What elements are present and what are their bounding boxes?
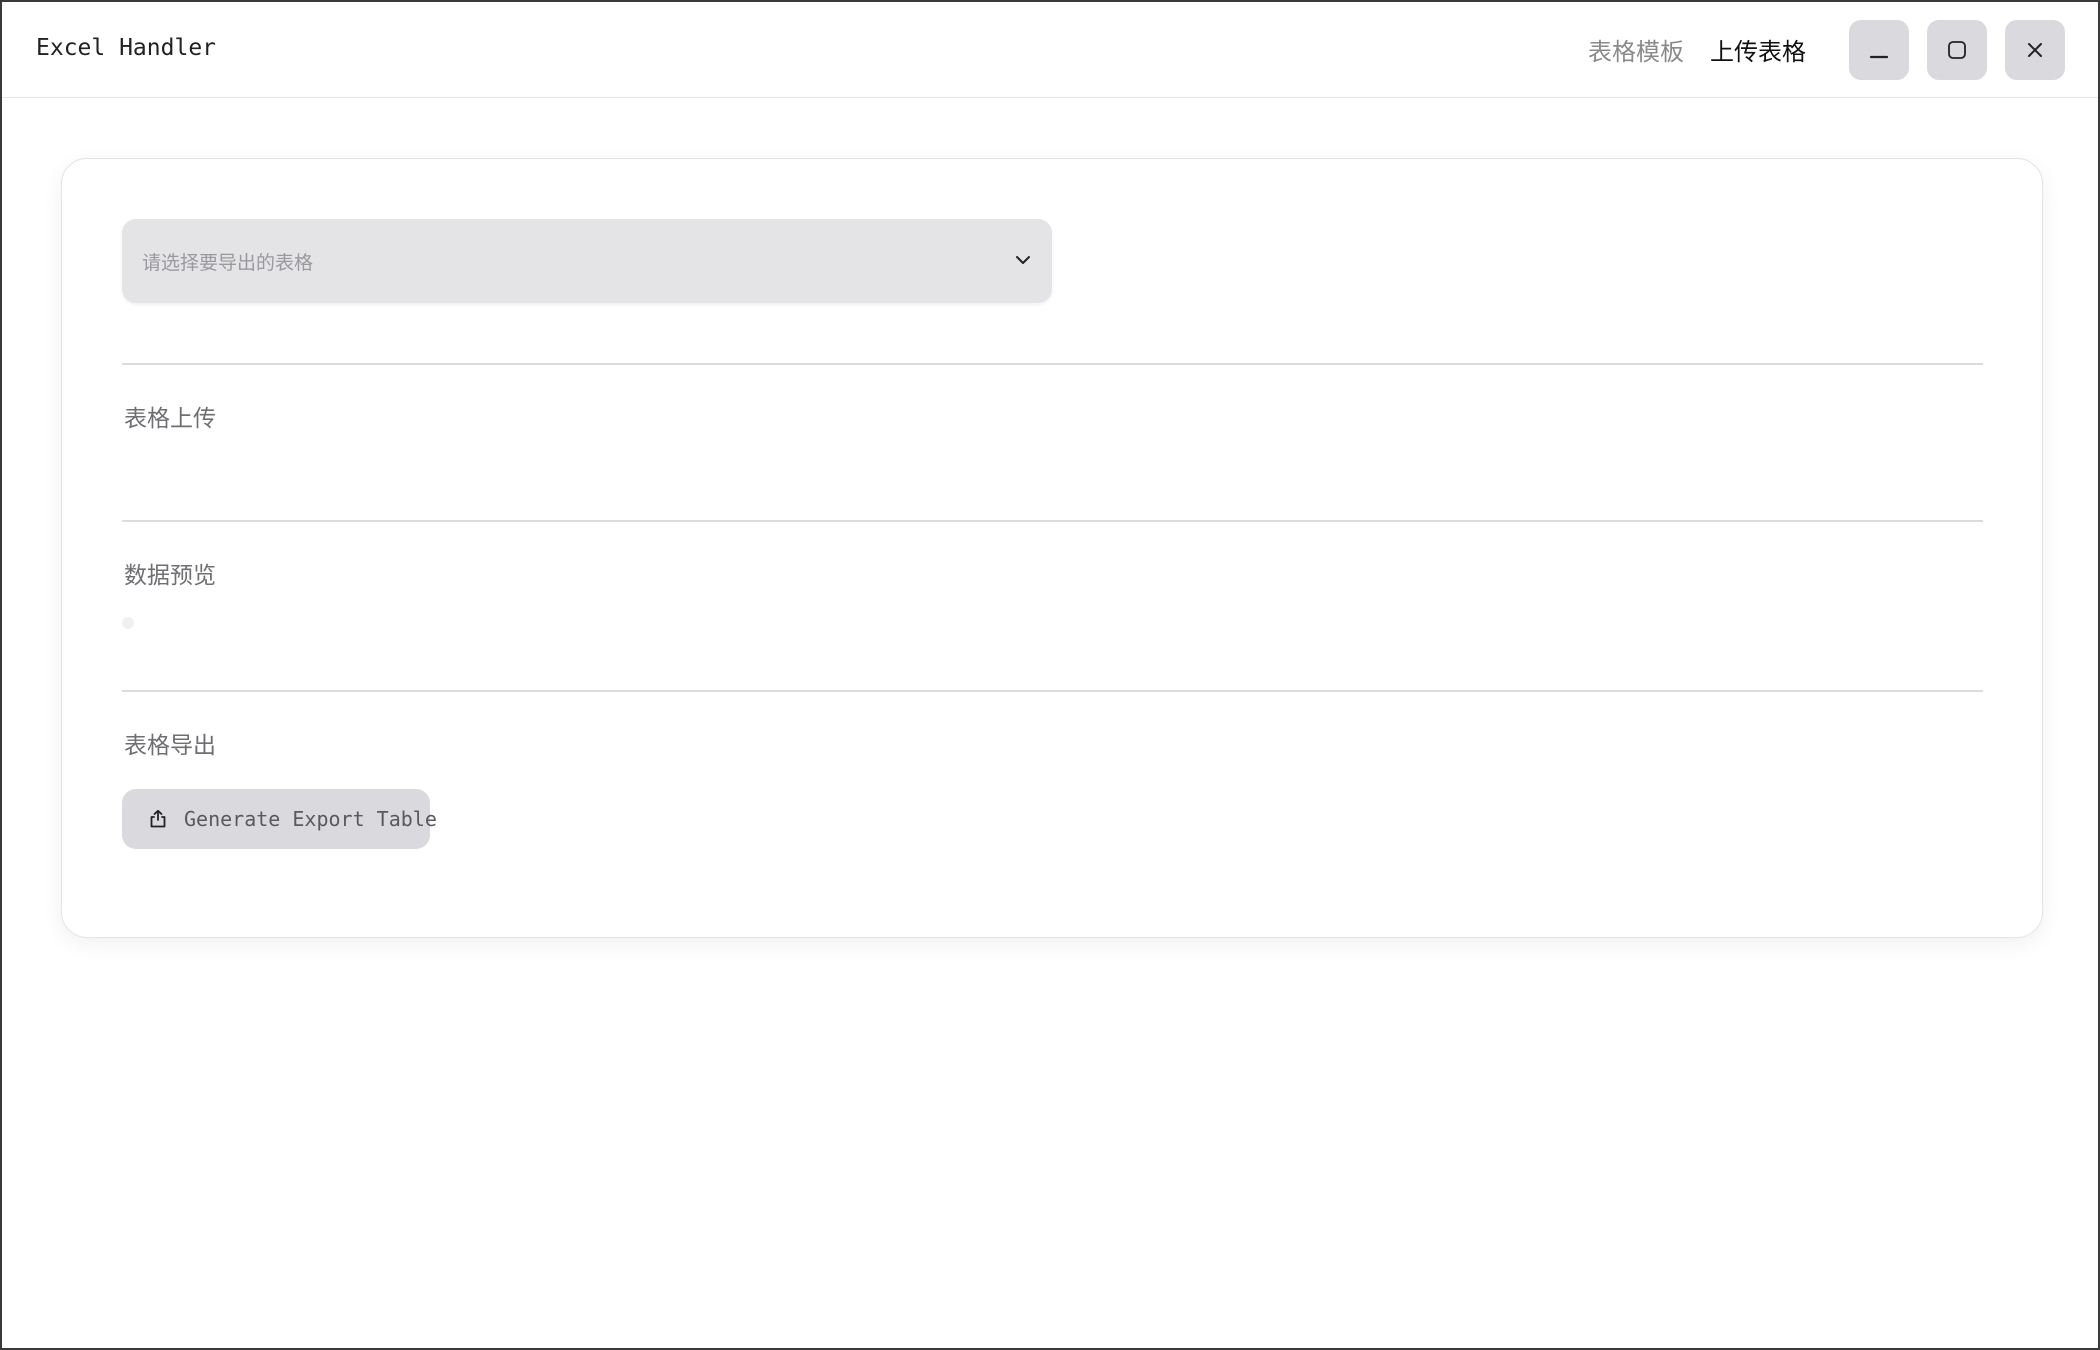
divider <box>122 520 1983 522</box>
app-window: Excel Handler 表格模板 上传表格 请选择要导出的表格 表格上传 数… <box>0 0 2100 1350</box>
nav-item-upload[interactable]: 上传表格 <box>1710 32 1806 67</box>
preview-loading-indicator <box>122 617 134 629</box>
title-bar: Excel Handler 表格模板 上传表格 <box>2 2 2098 98</box>
nav-item-templates[interactable]: 表格模板 <box>1588 32 1684 67</box>
section-title-preview: 数据预览 <box>124 563 216 589</box>
main-card: 请选择要导出的表格 表格上传 数据预览 表格导出 Generate Export… <box>61 158 2043 938</box>
top-nav: 表格模板 上传表格 <box>1588 32 1806 67</box>
divider <box>122 363 1983 365</box>
minimize-button[interactable] <box>1849 20 1909 80</box>
section-title-upload: 表格上传 <box>124 406 216 432</box>
maximize-button[interactable] <box>1927 20 1987 80</box>
table-select-placeholder: 请选择要导出的表格 <box>142 252 314 274</box>
app-title: Excel Handler <box>36 35 217 61</box>
close-icon <box>2028 43 2042 57</box>
share-export-icon <box>148 809 168 829</box>
minimize-icon <box>1869 55 1889 59</box>
maximize-icon <box>1948 41 1966 59</box>
generate-export-button[interactable]: Generate Export Table <box>122 789 437 849</box>
table-select-dropdown[interactable]: 请选择要导出的表格 <box>122 219 1052 303</box>
section-title-export: 表格导出 <box>124 733 216 759</box>
chevron-down-icon <box>1014 251 1032 273</box>
close-button[interactable] <box>2005 20 2065 80</box>
generate-export-button-label: Generate Export Table <box>184 807 437 831</box>
divider <box>122 690 1983 692</box>
